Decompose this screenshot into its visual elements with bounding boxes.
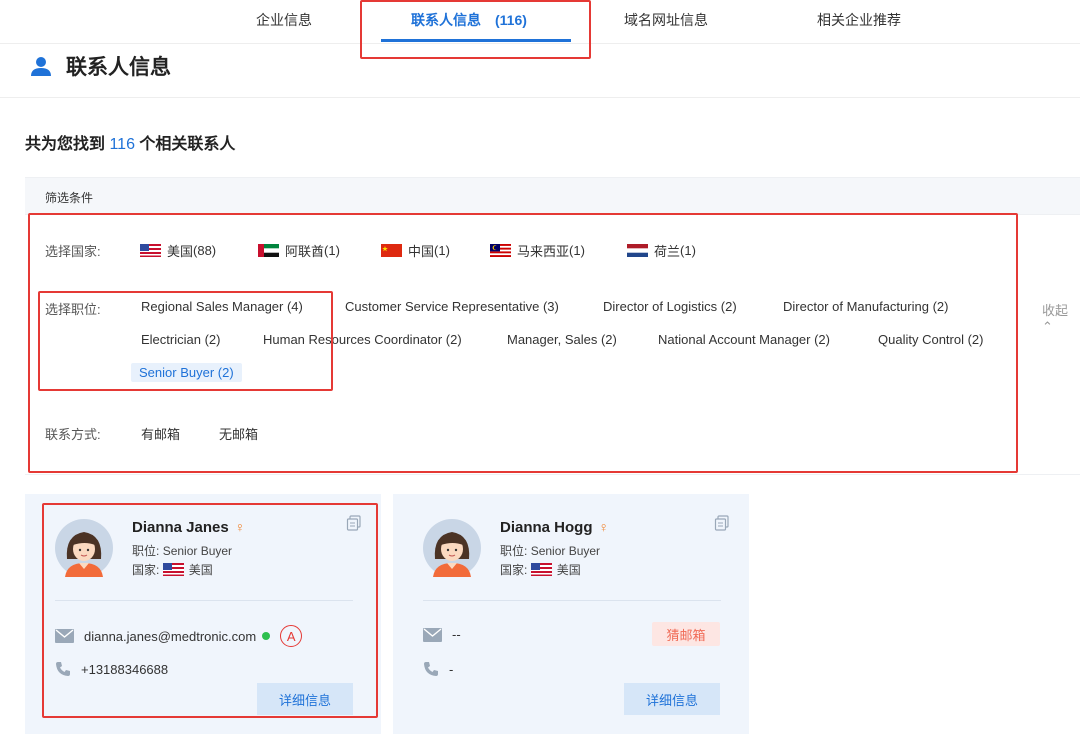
contact-name-text: Dianna Hogg	[500, 519, 593, 536]
contact-method-label: 联系方式:	[45, 427, 101, 442]
country-filter-label: 选择国家:	[45, 244, 101, 259]
position-value: Senior Buyer	[530, 543, 601, 558]
mail-icon	[55, 629, 74, 643]
country-option-my[interactable]: 马来西亚 (1)	[490, 241, 585, 260]
filter-header: 筛选条件	[25, 177, 1080, 215]
phone-icon	[56, 662, 70, 676]
position-filter-label: 选择职位:	[45, 302, 101, 317]
netherlands-flag-icon	[627, 244, 648, 257]
summary-prefix: 共为您找到	[25, 136, 110, 153]
phone-value: -	[449, 661, 454, 677]
country-count: (1)	[324, 243, 340, 258]
position-option[interactable]: National Account Manager (2)	[658, 332, 830, 347]
contact-name[interactable]: Dianna Hogg ♀	[500, 519, 609, 536]
position-label: 职位:	[500, 544, 528, 558]
collapse-filter-button[interactable]: 收起 ⌃	[1042, 300, 1080, 335]
country-label: 国家:	[500, 563, 528, 577]
section-header: 联系人信息	[30, 52, 171, 80]
contact-position: 职位: Senior Buyer	[132, 542, 232, 559]
result-summary: 共为您找到 116 个相关联系人	[25, 130, 235, 154]
contact-name-text: Dianna Janes	[132, 519, 229, 536]
position-option[interactable]: Manager, Sales (2)	[507, 332, 617, 347]
country-name: 中国	[408, 244, 435, 259]
filter-panel: 选择国家: 美国 (88) 阿联酋 (1) 中国 (1) 马来西亚 (1) 荷兰 (1)	[25, 215, 1080, 475]
contact-country: 国家: 美国	[500, 561, 581, 578]
tab-company-info[interactable]: 企业信息	[256, 10, 312, 30]
country-name: 阿联酋	[285, 244, 325, 259]
phone-icon	[424, 662, 438, 676]
position-label: 职位:	[132, 544, 160, 558]
female-avatar-icon	[55, 519, 113, 577]
country-option-ae[interactable]: 阿联酋 (1)	[258, 241, 340, 260]
email-row: dianna.janes@medtronic.com A	[55, 625, 303, 647]
position-option[interactable]: Electrician (2)	[141, 332, 220, 347]
copy-icon[interactable]	[714, 515, 730, 531]
country-count: (1)	[434, 243, 450, 258]
country-value: 美国	[188, 563, 213, 577]
divider	[0, 97, 1080, 98]
position-option[interactable]: Regional Sales Manager (4)	[141, 299, 303, 314]
grade-badge: A	[280, 625, 303, 647]
detail-button[interactable]: 详细信息	[624, 683, 720, 715]
phone-row: +13188346688	[55, 661, 168, 677]
no-email-option[interactable]: 无邮箱	[219, 424, 258, 443]
email-value[interactable]: dianna.janes@medtronic.com	[84, 629, 256, 644]
country-option-us[interactable]: 美国 (88)	[140, 241, 216, 260]
contact-position: 职位: Senior Buyer	[500, 542, 600, 559]
country-option-cn[interactable]: 中国 (1)	[381, 241, 450, 260]
section-title: 联系人信息	[66, 56, 171, 79]
country-value: 美国	[556, 563, 581, 577]
card-divider	[55, 600, 353, 601]
contact-name[interactable]: Dianna Janes ♀	[132, 519, 245, 536]
copy-icon[interactable]	[346, 515, 362, 531]
female-icon: ♀	[234, 519, 246, 535]
us-flag-icon	[162, 563, 184, 576]
mail-icon	[423, 627, 442, 642]
position-value: Senior Buyer	[162, 543, 233, 558]
position-option-selected[interactable]: Senior Buyer (2)	[131, 363, 242, 382]
contact-card: Dianna Hogg ♀ 职位: Senior Buyer 国家: 美国 -- …	[393, 494, 749, 734]
country-count: (88)	[193, 243, 217, 258]
contact-country: 国家: 美国	[132, 561, 213, 578]
country-name: 马来西亚	[517, 244, 570, 259]
country-name: 荷兰	[654, 244, 681, 259]
country-name: 美国	[167, 244, 194, 259]
user-icon	[31, 57, 51, 76]
top-tab-bar: 企业信息 联系人信息 (116) 域名网址信息 相关企业推荐	[0, 0, 1080, 44]
email-row: --	[423, 627, 461, 642]
card-divider	[423, 600, 721, 601]
phone-value[interactable]: +13188346688	[81, 662, 168, 677]
country-count: (1)	[680, 243, 696, 258]
email-verified-indicator	[262, 632, 271, 640]
position-option[interactable]: Quality Control (2)	[878, 332, 983, 347]
summary-suffix: 个相关联系人	[134, 136, 236, 153]
guess-email-button[interactable]: 猜邮箱	[652, 622, 720, 646]
position-option[interactable]: Director of Manufacturing (2)	[783, 299, 948, 314]
contact-card: Dianna Janes ♀ 职位: Senior Buyer 国家: 美国 di…	[25, 494, 381, 734]
country-option-nl[interactable]: 荷兰 (1)	[627, 241, 696, 260]
result-count: 116	[109, 136, 135, 153]
email-value: --	[452, 627, 461, 642]
tab-related-companies[interactable]: 相关企业推荐	[817, 10, 901, 30]
china-flag-icon	[381, 244, 402, 257]
active-tab-indicator	[381, 39, 571, 42]
us-flag-icon	[530, 563, 552, 576]
position-option[interactable]: Customer Service Representative (3)	[345, 299, 559, 314]
detail-button[interactable]: 详细信息	[257, 683, 353, 715]
female-avatar-icon	[423, 519, 481, 577]
malaysia-flag-icon	[490, 244, 511, 257]
tab-contacts[interactable]: 联系人信息 (116)	[411, 10, 527, 30]
has-email-option[interactable]: 有邮箱	[141, 424, 180, 443]
position-option[interactable]: Human Resources Coordinator (2)	[263, 332, 462, 347]
country-label: 国家:	[132, 563, 160, 577]
phone-row: -	[423, 661, 453, 677]
tab-domain-info[interactable]: 域名网址信息	[624, 10, 708, 30]
uae-flag-icon	[258, 244, 279, 257]
country-count: (1)	[569, 243, 585, 258]
position-option[interactable]: Director of Logistics (2)	[603, 299, 737, 314]
us-flag-icon	[140, 244, 161, 257]
contacts-page: 企业信息 联系人信息 (116) 域名网址信息 相关企业推荐 联系人信息 共为您…	[0, 0, 1080, 746]
female-icon: ♀	[598, 519, 610, 535]
